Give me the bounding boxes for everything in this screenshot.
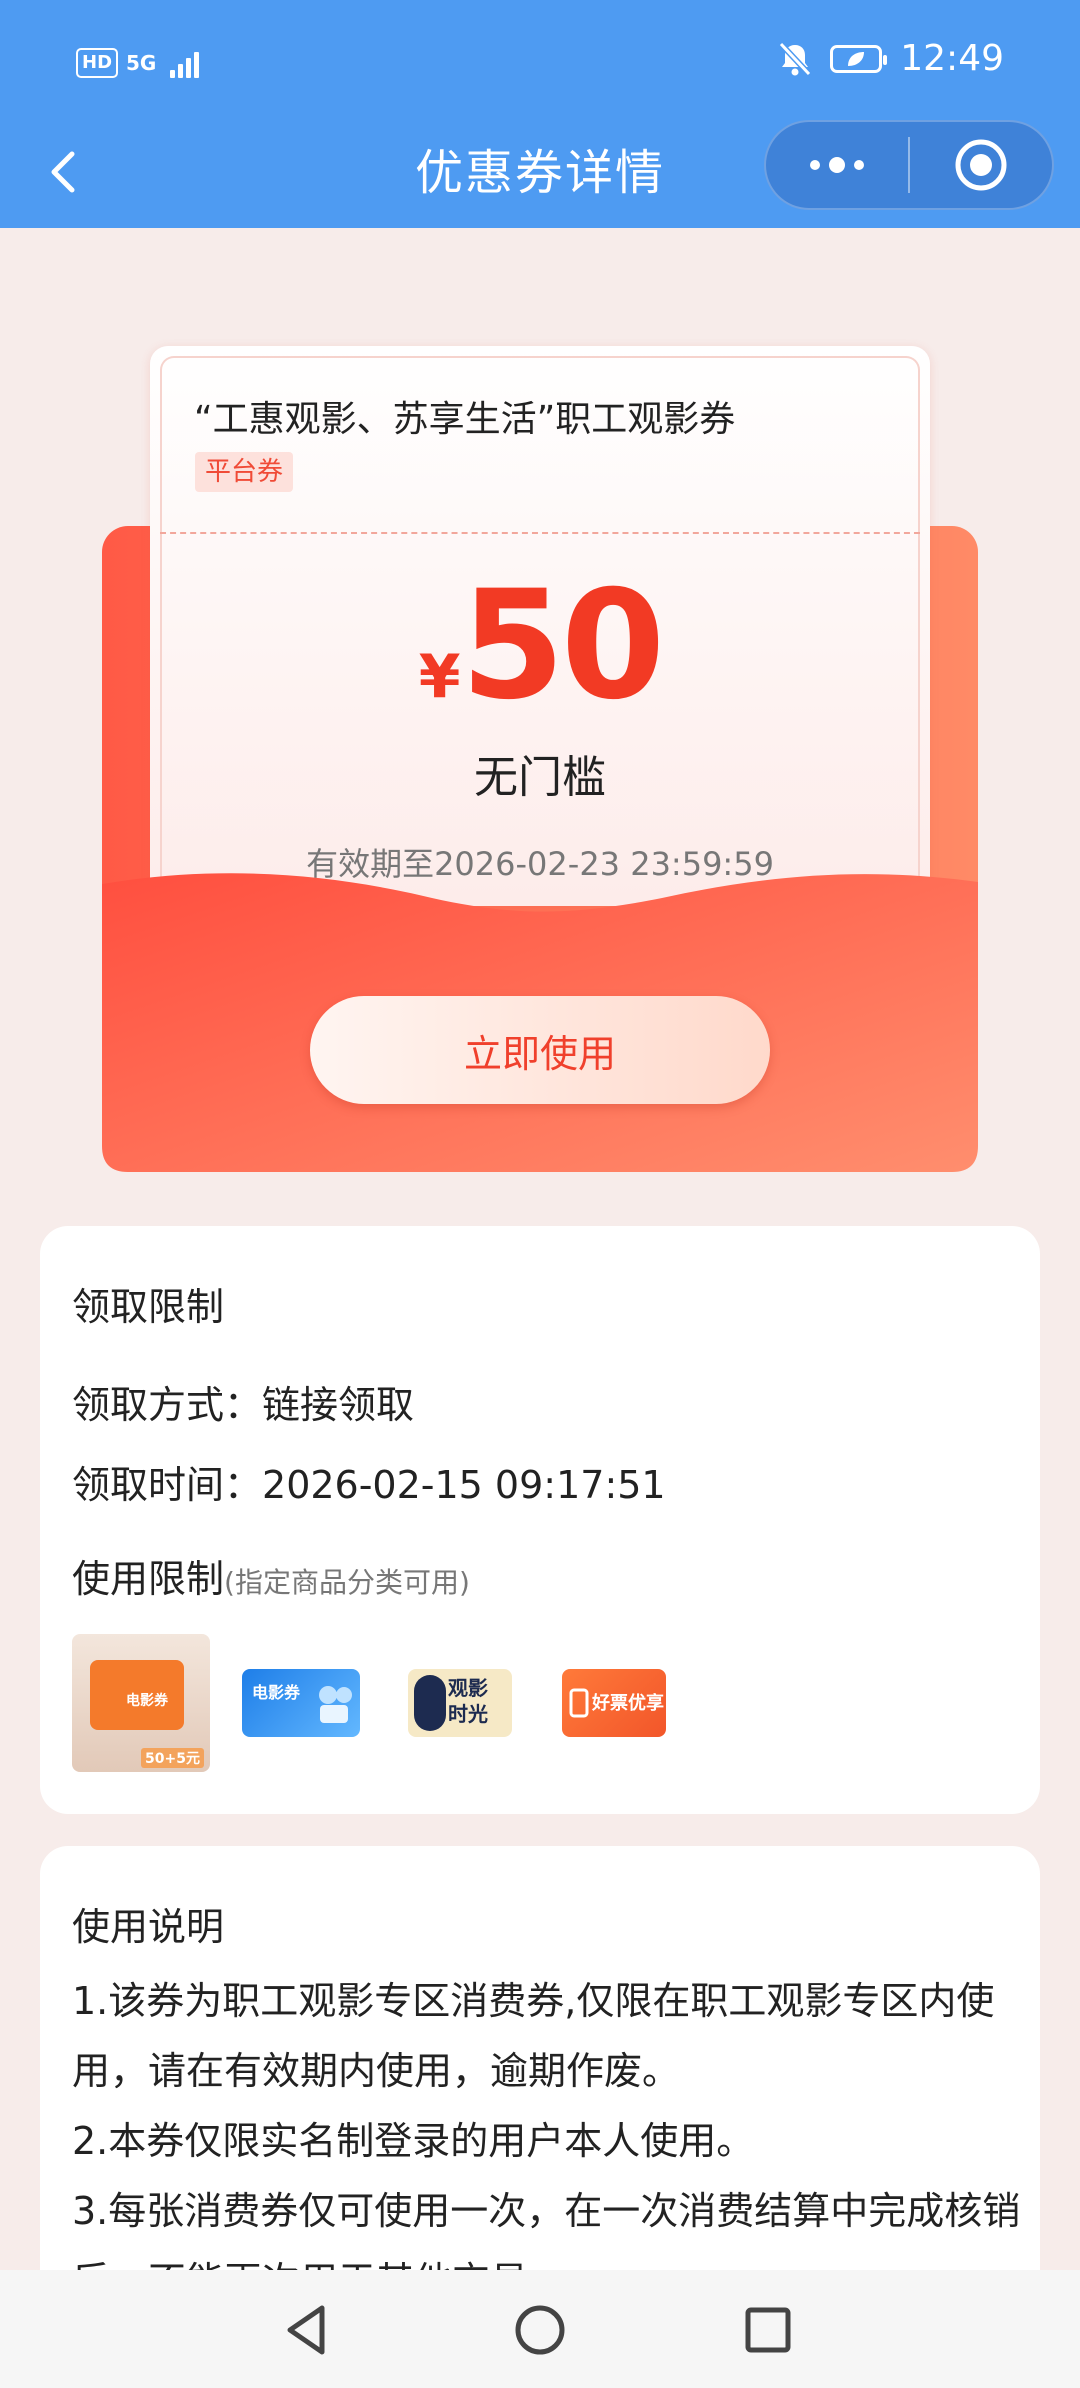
claim-method-label: 领取方式： (72, 1383, 263, 1427)
nav-recents-icon[interactable] (736, 2298, 800, 2362)
battery-icon (830, 44, 888, 73)
coupon-tag: 平台券 (195, 452, 294, 492)
close-button[interactable] (910, 120, 1052, 210)
product-movie-ticket-1[interactable]: 电影券 50+5元 (72, 1634, 210, 1772)
amount-value: 50 (460, 559, 666, 733)
claim-method-value: 链接领取 (262, 1383, 415, 1427)
product-good-ticket[interactable]: 好票优享 (562, 1669, 666, 1737)
instructions-title: 使用说明 (72, 1905, 225, 1949)
claim-method-row: 领取方式：链接领取 (72, 1374, 414, 1429)
currency-symbol: ¥ (418, 642, 461, 712)
instructions-list: 1.该券为职工观影专区消费券,仅限在职工观影专区内使用，请在有效期内使用，逾期作… (72, 1966, 1022, 2316)
status-left: HD 5G (76, 48, 200, 78)
nav-back-icon[interactable] (276, 2298, 340, 2362)
coupon-area: “工惠观影、苏享生活”职工观影券 平台券 ¥50 无门槛 有效期至2026-02… (0, 228, 1080, 1208)
app-header: HD 5G 12:49 优惠券详情 (0, 0, 1080, 228)
mini-program-capsule (764, 120, 1054, 210)
ticket-glass-icon (569, 1688, 589, 1718)
coupon-name: “工惠观影、苏享生活”职工观影券 (194, 399, 736, 440)
bell-muted-icon (779, 41, 812, 76)
product-title: 电影券 (126, 1693, 168, 1709)
product-movie-ticket-2[interactable]: 电影券 (242, 1669, 360, 1737)
product-title: 好票优享 (592, 1693, 664, 1714)
network-label: 5G (126, 51, 157, 75)
film-figure-icon (414, 1675, 446, 1731)
instruction-item: 1.该券为职工观影专区消费券,仅限在职工观影专区内使用，请在有效期内使用，逾期作… (72, 1979, 995, 2093)
more-button[interactable] (766, 120, 908, 210)
use-now-button[interactable]: 立即使用 (310, 996, 770, 1104)
restrictions-card: 领取限制 领取方式：链接领取 领取时间：2026-02-15 09:17:51 … (40, 1226, 1040, 1814)
product-title: 电影券 (252, 1683, 301, 1702)
ticket-divider (160, 532, 920, 534)
claim-limit-title: 领取限制 (72, 1285, 225, 1329)
claim-time-value: 2026-02-15 09:17:51 (262, 1463, 666, 1507)
hd-badge: HD (76, 48, 119, 78)
product-viewing-time[interactable]: 观影时光 (408, 1669, 512, 1737)
product-title: 观影时光 (448, 1676, 488, 1726)
camera-icon (319, 1686, 352, 1723)
nav-home-icon[interactable] (508, 2298, 572, 2362)
use-limit-title: 使用限制 (72, 1557, 225, 1601)
clock: 12:49 (900, 38, 1004, 79)
use-limit-note: (指定商品分类可用) (224, 1566, 470, 1599)
signal-icon (170, 48, 200, 78)
product-category-list: 电影券 50+5元 电影券 观影时光 好票优享 (72, 1634, 666, 1772)
instruction-item: 2.本券仅限实名制登录的用户本人使用。 (72, 2119, 755, 2163)
close-target-icon (955, 139, 1007, 191)
status-bar: HD 5G 12:49 (0, 0, 1080, 120)
more-dots-icon (810, 157, 864, 173)
claim-time-label: 领取时间： (72, 1463, 263, 1507)
title-bar: 优惠券详情 (0, 120, 1080, 228)
claim-time-row: 领取时间：2026-02-15 09:17:51 (72, 1454, 666, 1509)
status-right: 12:49 (778, 38, 1004, 79)
product-badge: 50+5元 (141, 1748, 204, 1768)
use-limit-row: 使用限制(指定商品分类可用) (72, 1548, 470, 1603)
system-nav-bar (0, 2270, 1080, 2388)
coupon-threshold: 无门槛 (474, 752, 606, 803)
coupon-ticket: “工惠观影、苏享生活”职工观影券 平台券 ¥50 无门槛 有效期至2026-02… (150, 346, 930, 906)
